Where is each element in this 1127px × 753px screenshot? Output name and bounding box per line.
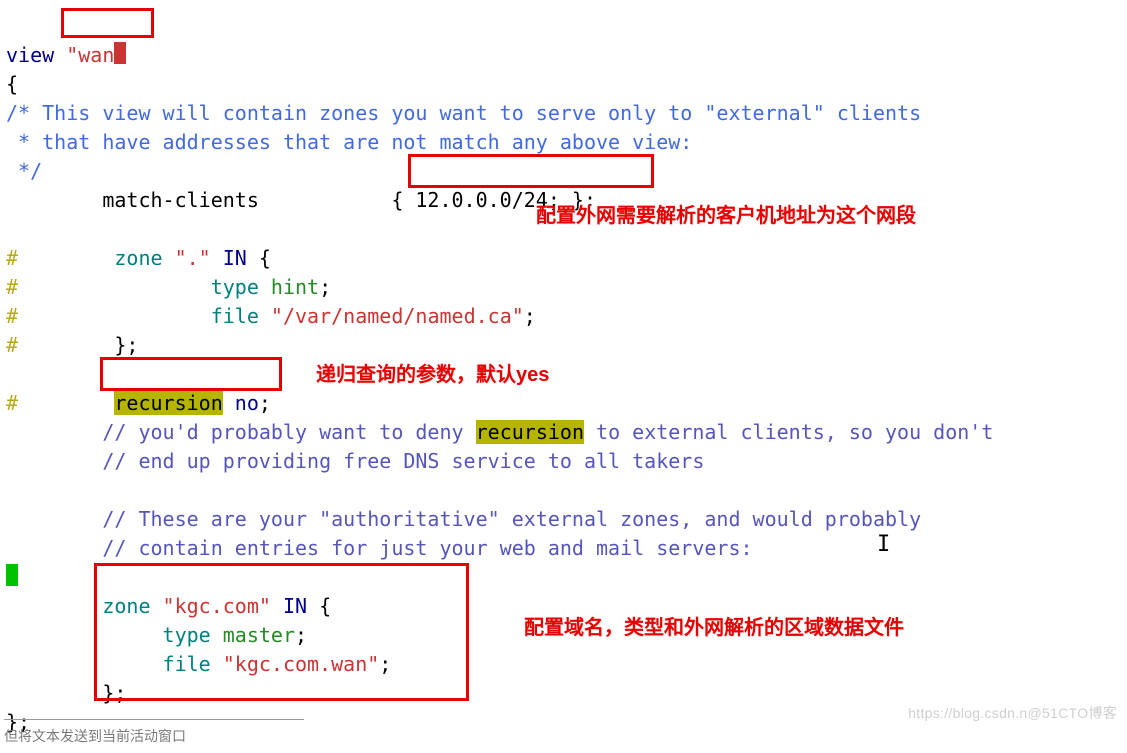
annotation-zone: 配置域名，类型和外网解析的区域数据文件	[524, 614, 904, 643]
hash-comment: #	[6, 333, 18, 357]
str-wan: wan	[78, 43, 114, 67]
comment-line: /* This view will contain zones you want…	[6, 101, 921, 125]
kw-hint: hint	[271, 275, 319, 299]
brace: {	[259, 246, 271, 270]
kw-view: view	[6, 43, 66, 67]
annotation-recursion: 递归查询的参数，默认yes	[316, 361, 549, 390]
annotation-clients: 配置外网需要解析的客户机地址为这个网段	[536, 202, 916, 231]
hash-comment: #	[6, 391, 18, 415]
text-caret-icon: I	[877, 530, 890, 559]
quote-open: "	[66, 43, 78, 67]
watermark-text: https://blog.csdn.n@51CTO博客	[908, 699, 1117, 728]
comment-line: to external clients, so you don't	[584, 420, 993, 444]
cursor-icon	[114, 42, 126, 64]
hash-comment: #	[6, 275, 18, 299]
semi: ;	[524, 304, 536, 328]
brace-open: {	[6, 72, 18, 96]
indent	[18, 391, 114, 415]
comment-line: */	[6, 159, 42, 183]
hl-recursion: recursion	[114, 391, 222, 415]
comment-line: // you'd probably want to deny	[6, 420, 476, 444]
semi: ;	[259, 391, 271, 415]
match-clients-label: match-clients	[6, 188, 391, 212]
comment-line: // These are your "authoritative" extern…	[6, 507, 921, 531]
kw-no: no	[223, 391, 259, 415]
highlight-box-recursion	[100, 357, 282, 391]
comment-line: // end up providing free DNS service to …	[6, 449, 704, 473]
secondary-cursor-icon	[6, 564, 18, 586]
highlight-box-zone	[94, 563, 469, 701]
zone-root: "."	[175, 246, 211, 270]
hash-comment: #	[6, 304, 18, 328]
brace-close: };	[18, 333, 138, 357]
highlight-box-wan	[61, 8, 154, 38]
hash-comment: #	[6, 246, 18, 270]
kw-zone: zone	[18, 246, 175, 270]
footer-hint: 但将文本发送到当前活动窗口	[4, 719, 304, 751]
kw-type: type	[18, 275, 271, 299]
file-path: "/var/named/named.ca"	[271, 304, 524, 328]
kw-file: file	[18, 304, 271, 328]
comment-line: * that have addresses that are not match…	[6, 130, 692, 154]
semi: ;	[319, 275, 331, 299]
hl-recursion: recursion	[476, 420, 584, 444]
kw-in: IN	[211, 246, 259, 270]
comment-line: // contain entries for just your web and…	[6, 536, 753, 560]
highlight-box-clients	[408, 154, 654, 188]
